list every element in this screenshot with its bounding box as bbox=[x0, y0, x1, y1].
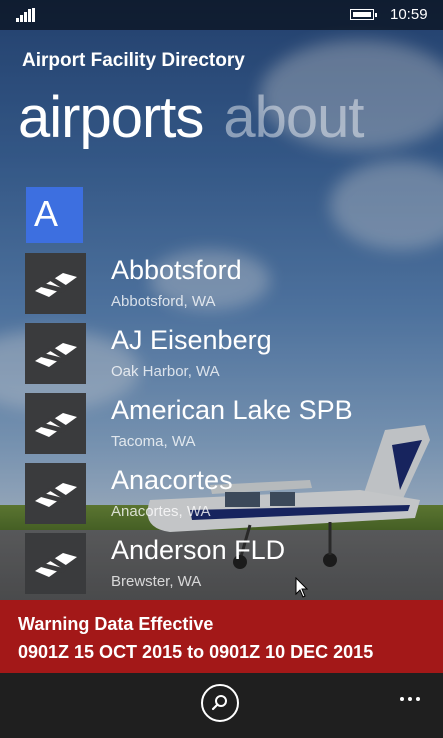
runway-plane-icon bbox=[25, 393, 86, 454]
airport-location: Brewster, WA bbox=[111, 573, 202, 590]
app-title: Airport Facility Directory bbox=[22, 50, 245, 71]
status-time: 10:59 bbox=[390, 6, 428, 23]
tab-airports[interactable]: airports bbox=[18, 85, 204, 150]
airport-location: Anacortes, WA bbox=[111, 503, 211, 520]
pivot-header: airports about bbox=[18, 84, 365, 151]
group-letter: A bbox=[34, 193, 59, 234]
runway-plane-icon bbox=[25, 253, 86, 314]
airport-name: AJ Eisenberg bbox=[111, 325, 272, 355]
airport-item-abbotsford[interactable]: Abbotsford Abbotsford, WA bbox=[25, 253, 435, 315]
airport-name: Anderson FLD bbox=[111, 535, 286, 565]
airport-name: Anacortes bbox=[111, 465, 233, 495]
airport-location: Oak Harbor, WA bbox=[111, 363, 220, 380]
tab-about[interactable]: about bbox=[223, 85, 364, 150]
warning-banner: Warning Data Effective 0901Z 15 OCT 2015… bbox=[0, 600, 443, 673]
airport-name: American Lake SPB bbox=[111, 395, 353, 425]
group-header-a[interactable]: A bbox=[26, 187, 83, 243]
more-icon bbox=[400, 697, 404, 701]
more-button[interactable] bbox=[398, 689, 422, 709]
airport-item-anacortes[interactable]: Anacortes Anacortes, WA bbox=[25, 463, 435, 525]
app-bar bbox=[0, 673, 443, 738]
airport-name: Abbotsford bbox=[111, 255, 242, 285]
airport-location: Tacoma, WA bbox=[111, 433, 196, 450]
airport-item-american-lake-spb[interactable]: American Lake SPB Tacoma, WA bbox=[25, 393, 435, 455]
airport-location: Abbotsford, WA bbox=[111, 293, 216, 310]
airport-item-anderson-fld[interactable]: Anderson FLD Brewster, WA bbox=[25, 533, 435, 595]
airport-item-aj-eisenberg[interactable]: AJ Eisenberg Oak Harbor, WA bbox=[25, 323, 435, 385]
warning-title: Warning Data Effective bbox=[18, 614, 214, 634]
search-icon bbox=[211, 695, 227, 711]
mouse-cursor-icon bbox=[295, 577, 309, 598]
runway-plane-icon bbox=[25, 463, 86, 524]
battery-icon bbox=[350, 9, 377, 20]
status-bar: 10:59 bbox=[0, 0, 443, 30]
runway-plane-icon bbox=[25, 533, 86, 594]
search-button[interactable] bbox=[201, 684, 239, 722]
warning-dates: 0901Z 15 OCT 2015 to 0901Z 10 DEC 2015 bbox=[18, 642, 374, 662]
runway-plane-icon bbox=[25, 323, 86, 384]
signal-strength-icon bbox=[16, 8, 38, 22]
